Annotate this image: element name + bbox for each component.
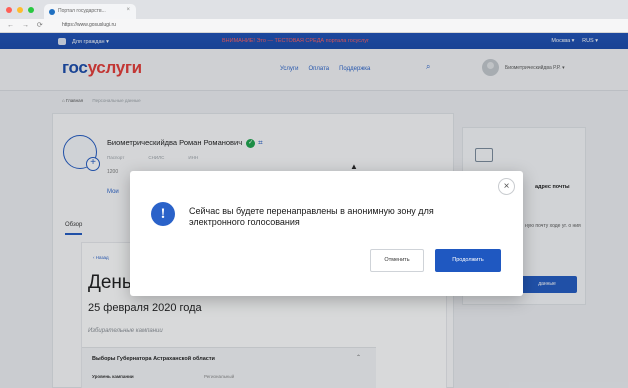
tab-close-icon[interactable]: × <box>126 7 130 13</box>
close-icon[interactable]: × <box>498 178 515 195</box>
tab-title: Портал государств... <box>58 8 106 14</box>
continue-button[interactable]: Продолжить <box>435 249 501 272</box>
screenshot: Портал государств... × ← → ⟳ https://www… <box>0 0 628 388</box>
maximize-window-icon[interactable] <box>28 7 34 13</box>
redirect-dialog: × ! Сейчас вы будете перенаправлены в ан… <box>130 171 523 296</box>
browser-tab[interactable]: Портал государств... × <box>44 4 136 19</box>
nav-buttons[interactable]: ← → ⟳ <box>7 21 46 29</box>
browser-tabbar: Портал государств... × <box>0 0 628 19</box>
url-field[interactable]: https://www.gosuslugi.ru <box>62 22 116 28</box>
cancel-button[interactable]: Отменить <box>370 249 424 272</box>
close-window-icon[interactable] <box>6 7 12 13</box>
dialog-message: Сейчас вы будете перенаправлены в аноним… <box>189 206 434 227</box>
favicon-icon <box>49 9 55 15</box>
info-icon: ! <box>151 202 175 226</box>
window-controls <box>6 7 34 13</box>
minimize-window-icon[interactable] <box>17 7 23 13</box>
address-bar: ← → ⟳ https://www.gosuslugi.ru <box>0 19 628 33</box>
